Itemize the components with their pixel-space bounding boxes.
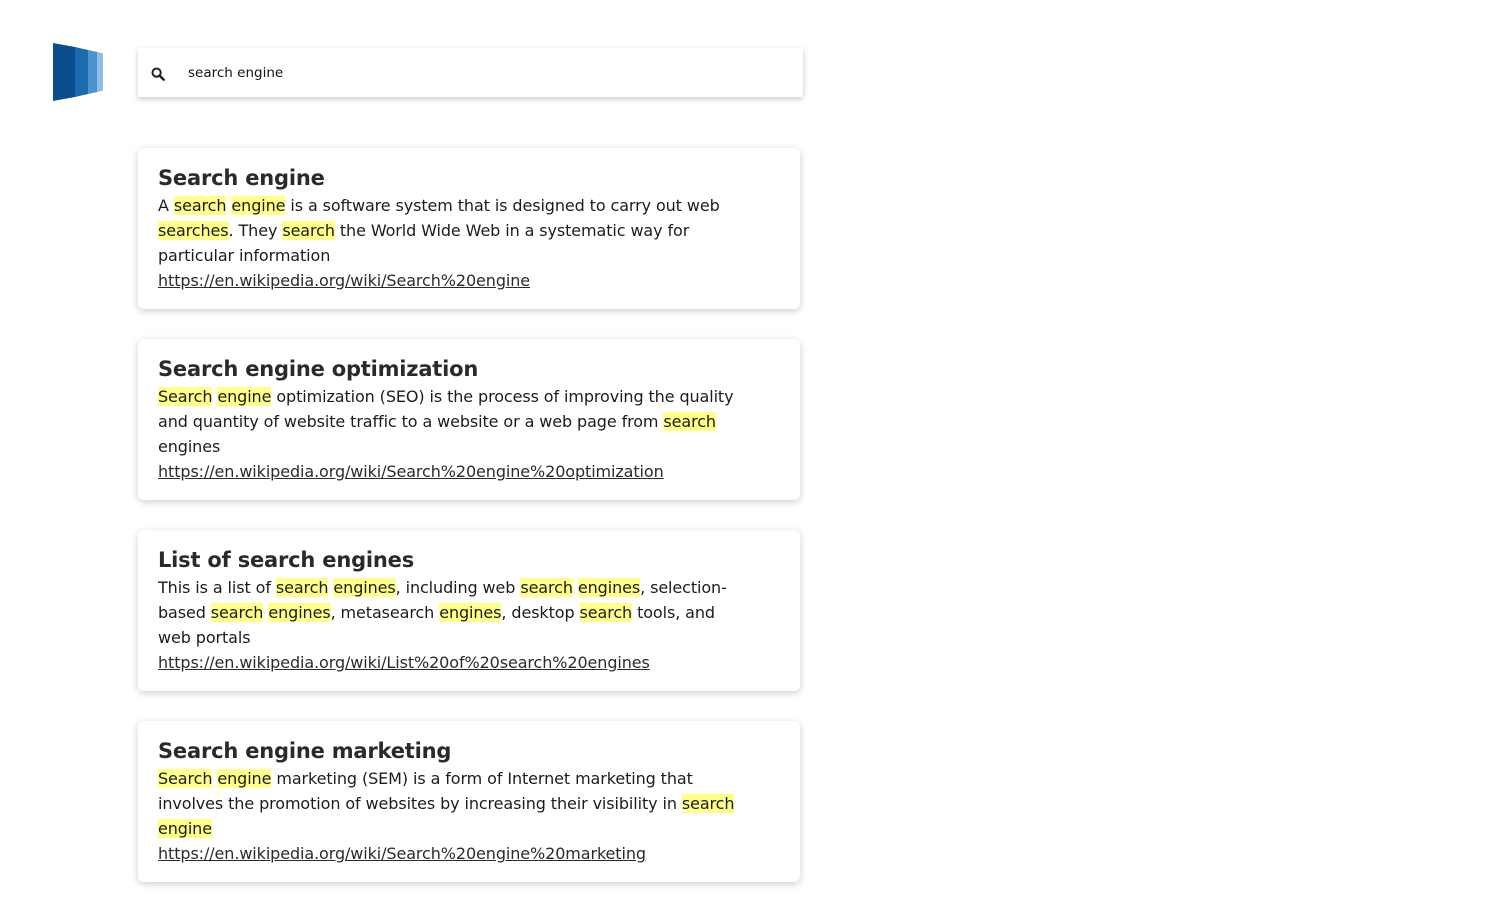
result-title[interactable]: Search engine marketing xyxy=(158,736,780,766)
highlight-term: engines xyxy=(333,578,396,597)
result-title[interactable]: List of search engines xyxy=(158,545,780,575)
result-card: List of search engines This is a list of… xyxy=(138,530,800,691)
highlight-term: engines xyxy=(268,603,331,622)
search-bar[interactable] xyxy=(138,48,803,97)
result-link[interactable]: https://en.wikipedia.org/wiki/Search%20e… xyxy=(158,841,780,866)
highlight-term: search xyxy=(579,603,633,622)
highlight-term: search xyxy=(275,578,329,597)
result-link[interactable]: https://en.wikipedia.org/wiki/List%20of%… xyxy=(158,650,780,675)
snippet-text: A xyxy=(158,196,174,215)
result-link[interactable]: https://en.wikipedia.org/wiki/Search%20e… xyxy=(158,459,780,484)
highlight-term: Search xyxy=(158,387,213,406)
highlight-term: search xyxy=(520,578,573,597)
snippet-text: engines xyxy=(158,437,221,456)
snippet-text: This is a list of xyxy=(158,578,276,597)
highlight-term: Search xyxy=(158,769,213,788)
logo-bar-3 xyxy=(88,50,97,94)
results-list: Search engine A search engine is a softw… xyxy=(138,148,800,912)
snippet-text: . They xyxy=(228,221,283,240)
result-snippet: Search engine optimization (SEO) is the … xyxy=(158,384,738,459)
logo-bar-4 xyxy=(97,52,103,92)
snippet-text: , desktop xyxy=(501,603,580,622)
highlight-term: searches xyxy=(158,221,229,240)
result-card: Search engine optimization Search engine… xyxy=(138,339,800,500)
result-snippet: This is a list of search engines, includ… xyxy=(158,575,738,650)
result-title[interactable]: Search engine xyxy=(158,163,780,193)
result-link[interactable]: https://en.wikipedia.org/wiki/Search%20e… xyxy=(158,268,780,293)
highlight-term: engine xyxy=(217,387,272,406)
result-snippet: Search engine marketing (SEM) is a form … xyxy=(158,766,738,841)
highlight-term: engine xyxy=(217,769,272,788)
search-input[interactable] xyxy=(188,64,768,81)
snippet-text: , metasearch xyxy=(330,603,440,622)
result-card: Search engine A search engine is a softw… xyxy=(138,148,800,309)
result-snippet: A search engine is a software system tha… xyxy=(158,193,738,268)
highlight-term: engines xyxy=(439,603,502,622)
result-title[interactable]: Search engine optimization xyxy=(158,354,780,384)
logo-icon[interactable] xyxy=(53,43,105,103)
highlight-term: engine xyxy=(158,819,212,838)
snippet-text: is a software system that is designed to… xyxy=(285,196,720,215)
search-icon[interactable] xyxy=(151,66,165,81)
highlight-term: search xyxy=(210,603,264,622)
logo-bar-2 xyxy=(75,47,88,97)
highlight-term: search xyxy=(681,794,735,813)
highlight-term: engine xyxy=(231,196,286,215)
highlight-term: engines xyxy=(577,578,641,597)
highlight-term: search xyxy=(173,196,227,215)
logo-bar-1 xyxy=(53,43,75,101)
highlight-term: search xyxy=(282,221,335,240)
result-card: Search engine marketing Search engine ma… xyxy=(138,721,800,882)
snippet-text: , including web xyxy=(395,578,521,597)
highlight-term: search xyxy=(663,412,716,431)
